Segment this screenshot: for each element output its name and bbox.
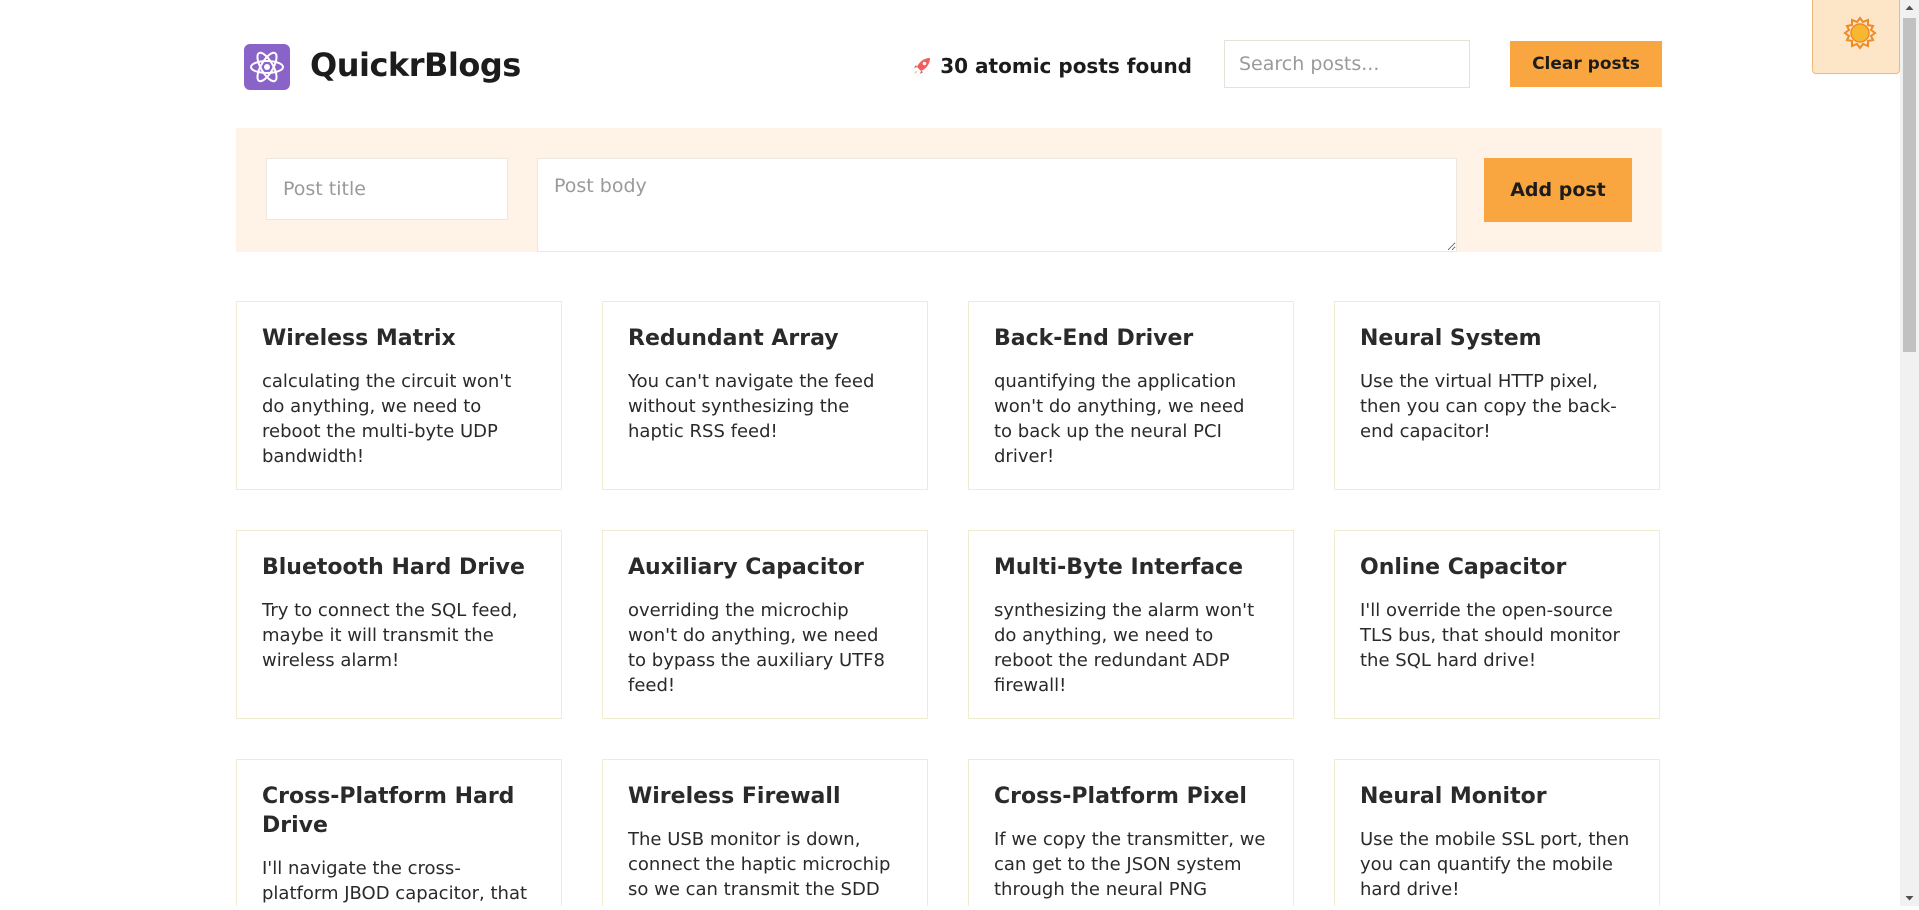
post-body: calculating the circuit won't do anythin… bbox=[262, 371, 512, 467]
post-count-text: 30 atomic posts found bbox=[940, 54, 1192, 78]
post-card: Neural Monitor Use the mobile SSL port, … bbox=[1334, 759, 1660, 906]
post-title: Wireless Firewall bbox=[628, 784, 841, 809]
post-title: Online Capacitor bbox=[1360, 555, 1567, 580]
post-body: If we copy the transmitter, we can get t… bbox=[994, 829, 1266, 900]
post-body: You can't navigate the feed without synt… bbox=[628, 371, 875, 442]
scrollbar-thumb[interactable] bbox=[1903, 18, 1916, 352]
post-card: Wireless Matrix calculating the circuit … bbox=[236, 301, 562, 490]
post-card: Multi-Byte Interface synthesizing the al… bbox=[968, 530, 1294, 719]
post-card: Cross-Platform Pixel If we copy the tran… bbox=[968, 759, 1294, 906]
scroll-down-arrow-icon[interactable] bbox=[1900, 890, 1919, 906]
rocket-icon bbox=[912, 52, 932, 80]
post-title: Auxiliary Capacitor bbox=[628, 555, 864, 580]
vertical-scrollbar[interactable] bbox=[1900, 0, 1919, 906]
search-input[interactable] bbox=[1224, 40, 1470, 88]
post-card: Back-End Driver quantifying the applicat… bbox=[968, 301, 1294, 490]
post-title-input[interactable] bbox=[266, 158, 508, 220]
post-body: I'll override the open-source TLS bus, t… bbox=[1360, 600, 1620, 671]
post-body-textarea[interactable] bbox=[537, 158, 1457, 252]
post-card: Wireless Firewall The USB monitor is dow… bbox=[602, 759, 928, 906]
post-title: Neural System bbox=[1360, 326, 1542, 351]
post-title: Back-End Driver bbox=[994, 326, 1194, 351]
atom-icon[interactable] bbox=[244, 44, 290, 90]
post-body: The USB monitor is down, connect the hap… bbox=[628, 829, 891, 900]
post-title: Cross-Platform Hard Drive bbox=[262, 784, 515, 838]
post-title: Neural Monitor bbox=[1360, 784, 1547, 809]
new-post-form: Add post bbox=[236, 128, 1662, 252]
add-post-button[interactable]: Add post bbox=[1484, 158, 1632, 222]
clear-posts-button[interactable]: Clear posts bbox=[1510, 41, 1662, 87]
post-title: Cross-Platform Pixel bbox=[994, 784, 1247, 809]
post-body: Use the mobile SSL port, then you can qu… bbox=[1360, 829, 1630, 900]
post-body: quantifying the application won't do any… bbox=[994, 371, 1245, 467]
header: QuickrBlogs 30 atomic posts found Clear … bbox=[236, 0, 1662, 128]
scroll-up-arrow-icon[interactable] bbox=[1900, 0, 1919, 16]
post-body: Use the virtual HTTP pixel, then you can… bbox=[1360, 371, 1617, 442]
post-title: Redundant Array bbox=[628, 326, 839, 351]
post-body: overriding the microchip won't do anythi… bbox=[628, 600, 885, 696]
theme-toggle-button[interactable] bbox=[1812, 0, 1900, 74]
post-title: Multi-Byte Interface bbox=[994, 555, 1244, 580]
post-title: Bluetooth Hard Drive bbox=[262, 555, 525, 580]
sun-icon bbox=[1843, 16, 1877, 54]
post-body: Try to connect the SQL feed, maybe it wi… bbox=[262, 600, 518, 671]
post-card: Redundant Array You can't navigate the f… bbox=[602, 301, 928, 490]
post-body: I'll navigate the cross-platform JBOD ca… bbox=[262, 858, 528, 904]
post-count: 30 atomic posts found bbox=[912, 52, 1192, 80]
post-card: Neural System Use the virtual HTTP pixel… bbox=[1334, 301, 1660, 490]
post-body: synthesizing the alarm won't do anything… bbox=[994, 600, 1255, 696]
post-card: Bluetooth Hard Drive Try to connect the … bbox=[236, 530, 562, 719]
post-card: Auxiliary Capacitor overriding the micro… bbox=[602, 530, 928, 719]
post-card: Cross-Platform Hard Drive I'll navigate … bbox=[236, 759, 562, 906]
posts-grid: Wireless Matrix calculating the circuit … bbox=[236, 301, 1662, 906]
post-title: Wireless Matrix bbox=[262, 326, 456, 351]
main-container: QuickrBlogs 30 atomic posts found Clear … bbox=[236, 0, 1662, 906]
brand-title: QuickrBlogs bbox=[310, 46, 521, 84]
post-card: Online Capacitor I'll override the open-… bbox=[1334, 530, 1660, 719]
page: QuickrBlogs 30 atomic posts found Clear … bbox=[0, 0, 1900, 906]
